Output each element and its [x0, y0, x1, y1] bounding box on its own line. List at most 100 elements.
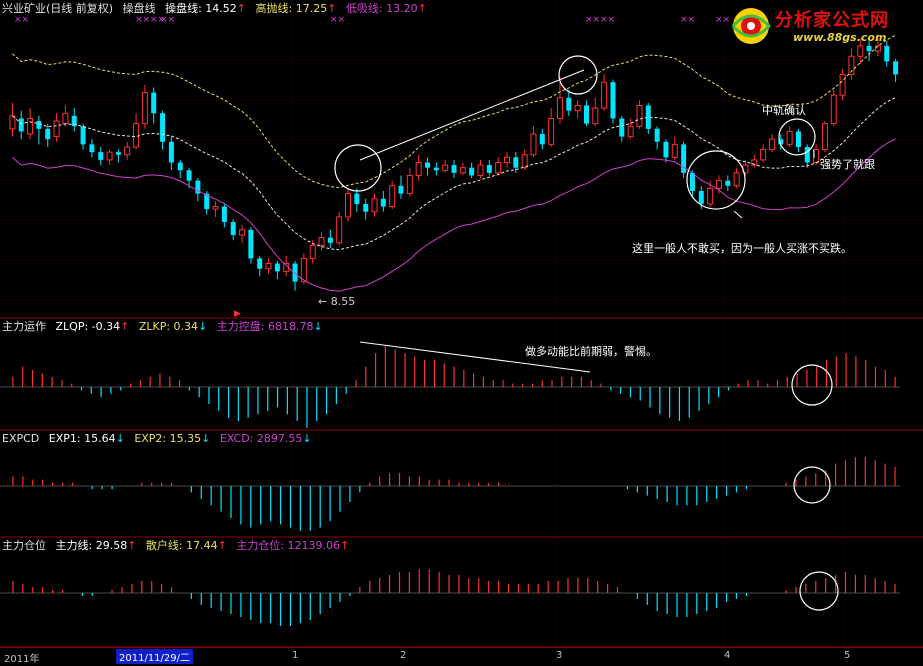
highlight-circle — [793, 466, 831, 504]
candle-down — [663, 141, 669, 158]
line1-value: 操盘线: 14.52↑ — [165, 2, 247, 15]
sub2-name: EXPCD — [2, 432, 40, 445]
marker-red: ▶ — [234, 309, 241, 319]
signal-mark: ×× — [680, 15, 695, 25]
candle-down — [327, 237, 333, 243]
candle-down — [115, 152, 121, 155]
pointer-line — [733, 210, 743, 219]
annotation-dip-buy: 这里一般人不敢买，因为一般人买涨不买跌。 — [632, 242, 852, 255]
signal-mark: ×× — [14, 15, 29, 25]
candle-down — [583, 105, 589, 124]
candle-up — [406, 174, 413, 195]
candle-down — [363, 203, 369, 212]
logo-icon — [731, 8, 772, 44]
candle-up — [521, 154, 528, 169]
axis-month-3: 3 — [556, 650, 563, 661]
candle-up — [265, 263, 272, 270]
candle-down — [893, 61, 899, 75]
candle-down — [151, 92, 157, 114]
candle-down — [513, 157, 519, 168]
highlight-circle — [334, 144, 382, 192]
candle-up — [442, 164, 449, 171]
candle-up — [627, 125, 634, 138]
candle-up — [27, 117, 34, 135]
candle-down — [380, 198, 386, 207]
candle-up — [477, 164, 484, 176]
candle-up — [556, 97, 563, 119]
candle-up — [133, 123, 140, 148]
candle-down — [804, 146, 810, 163]
candle-up — [768, 138, 775, 151]
candle-down — [230, 222, 236, 236]
candle-down — [45, 128, 51, 140]
candle-down — [177, 162, 183, 171]
candle-up — [389, 185, 396, 208]
candle-down — [398, 185, 404, 194]
sub2-panel-header: EXPCD EXP1: 15.64↓ EXP2: 15.35↓ EXCD: 28… — [2, 432, 318, 446]
sub3-v1: 主力线: 29.58↑ — [55, 539, 137, 552]
sub1-v1: ZLQP: -0.34↑ — [55, 320, 130, 333]
candle-up — [309, 244, 316, 259]
candle-down — [354, 193, 360, 204]
sub3-panel-header: 主力仓位 主力线: 29.58↑ 散户线: 17.44↑ 主力仓位: 12139… — [2, 539, 355, 553]
annotation-momentum-weak: 做多动能比前期弱，警惕。 — [525, 345, 657, 358]
line2-value: 高抛线: 17.25↑ — [255, 2, 337, 15]
candle-up — [786, 130, 793, 145]
logo-url: www.88gs.com — [793, 31, 887, 44]
signal-mark: ×× — [585, 15, 600, 25]
candle-down — [654, 128, 660, 142]
trend-line — [359, 69, 585, 161]
candle-down — [248, 229, 254, 259]
candle-down — [98, 152, 104, 160]
annotation-midline-confirm: 中轨确认 — [762, 104, 806, 117]
candle-down — [566, 97, 572, 111]
candle-down — [469, 167, 475, 176]
candle-up — [345, 193, 352, 218]
candle-down — [221, 206, 227, 223]
candle-up — [530, 133, 537, 156]
sub1-name: 主力运作 — [2, 320, 46, 333]
annotation-follow-strong: 强势了就跟 — [820, 158, 875, 171]
candle-up — [141, 92, 148, 125]
axis-month-4: 4 — [724, 650, 731, 661]
candle-down — [795, 131, 801, 147]
candle-up — [733, 172, 740, 187]
time-axis[interactable]: 2011年 2011/11/29/二 1 2 3 4 5 — [0, 647, 923, 666]
candle-down — [186, 170, 192, 181]
logo-name: 分析家公式网 — [775, 10, 889, 31]
axis-year: 2011年 — [4, 654, 40, 665]
candle-down — [725, 180, 731, 186]
candle-down — [433, 167, 439, 171]
candle-up — [53, 120, 60, 138]
candle-up — [574, 105, 581, 112]
signal-mark: ×× — [135, 15, 150, 25]
candle-down — [539, 134, 545, 145]
candle-up — [548, 117, 555, 145]
sub1-panel-header: 主力运作 ZLQP: -0.34↑ ZLKP: 0.34↓ 主力控盘: 6818… — [2, 320, 329, 334]
candle-up — [715, 180, 722, 189]
sub3-v3: 主力仓位: 12139.06↑ — [236, 539, 350, 552]
candle-down — [257, 258, 263, 269]
candle-down — [168, 141, 174, 163]
signal-mark: ×× — [600, 15, 615, 25]
sub2-v3: EXCD: 2897.55↓ — [219, 432, 312, 445]
line3-value: 低吸线: 13.20↑ — [345, 2, 427, 15]
candle-up — [300, 257, 307, 283]
stock-title: 兴业矿业(日线 前复权) — [2, 2, 114, 15]
candle-up — [212, 206, 219, 210]
candle-up — [671, 143, 678, 158]
candle-up — [839, 73, 846, 96]
candle-down — [619, 118, 625, 137]
candle-up — [415, 162, 422, 176]
candle-down — [698, 191, 704, 204]
candle-up — [62, 112, 69, 125]
sub1-v2: ZLKP: 0.34↓ — [138, 320, 208, 333]
candle-up — [592, 107, 599, 125]
axis-month-1: 1 — [292, 650, 299, 661]
candle-down — [689, 172, 695, 191]
candle-down — [36, 121, 42, 129]
indicator-name: 操盘线 — [122, 2, 156, 15]
sub2-v2: EXP2: 15.35↓ — [134, 432, 211, 445]
candle-down — [610, 82, 616, 119]
main-panel-header: 兴业矿业(日线 前复权) 操盘线 操盘线: 14.52↑ 高抛线: 17.25↑… — [2, 2, 433, 16]
